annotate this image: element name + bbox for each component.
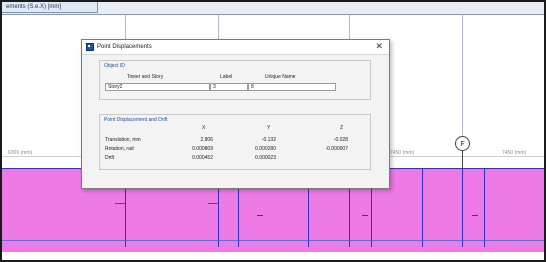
red-marker	[472, 215, 478, 216]
red-marker	[362, 215, 368, 216]
column-line[interactable]	[462, 168, 463, 247]
column-header-z: Z	[340, 125, 344, 131]
point-displacements-dialog: Point Displacements ✕ Object ID Tower an…	[81, 39, 390, 189]
group-title: Object ID	[104, 63, 125, 69]
column-line[interactable]	[484, 168, 485, 247]
red-marker	[257, 215, 263, 216]
column-header-label: Label	[220, 74, 233, 80]
row-label-translation: Translation, mm	[105, 137, 141, 143]
app-window: ements (S.e.X) [mm] 6300 (mm) 7450 (mm) …	[0, 0, 546, 262]
rotation-x: 0.000809	[192, 146, 213, 152]
translation-z: -0.028	[333, 137, 348, 143]
grid-bubble-stem	[462, 151, 463, 168]
row-label-rotation: Rotation, rad	[105, 146, 134, 152]
red-marker	[208, 203, 218, 204]
drift-y: 0.000023	[255, 155, 276, 161]
row-label-drift: Drift	[105, 155, 115, 161]
tab-displacements[interactable]: ements (S.e.X) [mm]	[2, 2, 98, 13]
column-line[interactable]	[422, 168, 423, 247]
translation-x: 2.806	[200, 137, 213, 143]
column-header-y: Y	[267, 125, 271, 131]
dimension-label: 7450 (mm)	[502, 150, 527, 156]
dialog-titlebar[interactable]: Point Displacements ✕	[82, 40, 389, 55]
red-marker	[115, 203, 125, 204]
column-header-x: X	[202, 125, 206, 131]
column-header-unique-name: Unique Name	[265, 74, 296, 80]
close-icon[interactable]: ✕	[375, 41, 383, 52]
dialog-title: Point Displacements	[97, 44, 152, 50]
dimension-label: 6300 (mm)	[8, 150, 33, 156]
translation-y: -0.132	[261, 137, 276, 143]
grid-bubble-f[interactable]: F	[455, 136, 470, 151]
group-title: Point Displacement and Drift	[104, 117, 168, 123]
displacement-drift-group: Point Displacement and Drift X Y Z Trans…	[99, 114, 371, 170]
story-field: Story2	[105, 83, 210, 91]
label-field: 3	[210, 83, 248, 91]
rotation-y: 0.000280	[255, 146, 276, 152]
rotation-z: -0.000007	[325, 146, 348, 152]
tab-strip: ements (S.e.X) [mm]	[2, 2, 544, 15]
app-icon	[86, 43, 94, 51]
drift-x: 0.000452	[192, 155, 213, 161]
dimension-label: 7450 (mm)	[390, 150, 415, 156]
unique-name-field: 8	[248, 83, 336, 91]
object-id-group: Object ID Tower and Story Label Unique N…	[99, 60, 371, 100]
column-header-tower-story: Tower and Story	[127, 74, 164, 80]
